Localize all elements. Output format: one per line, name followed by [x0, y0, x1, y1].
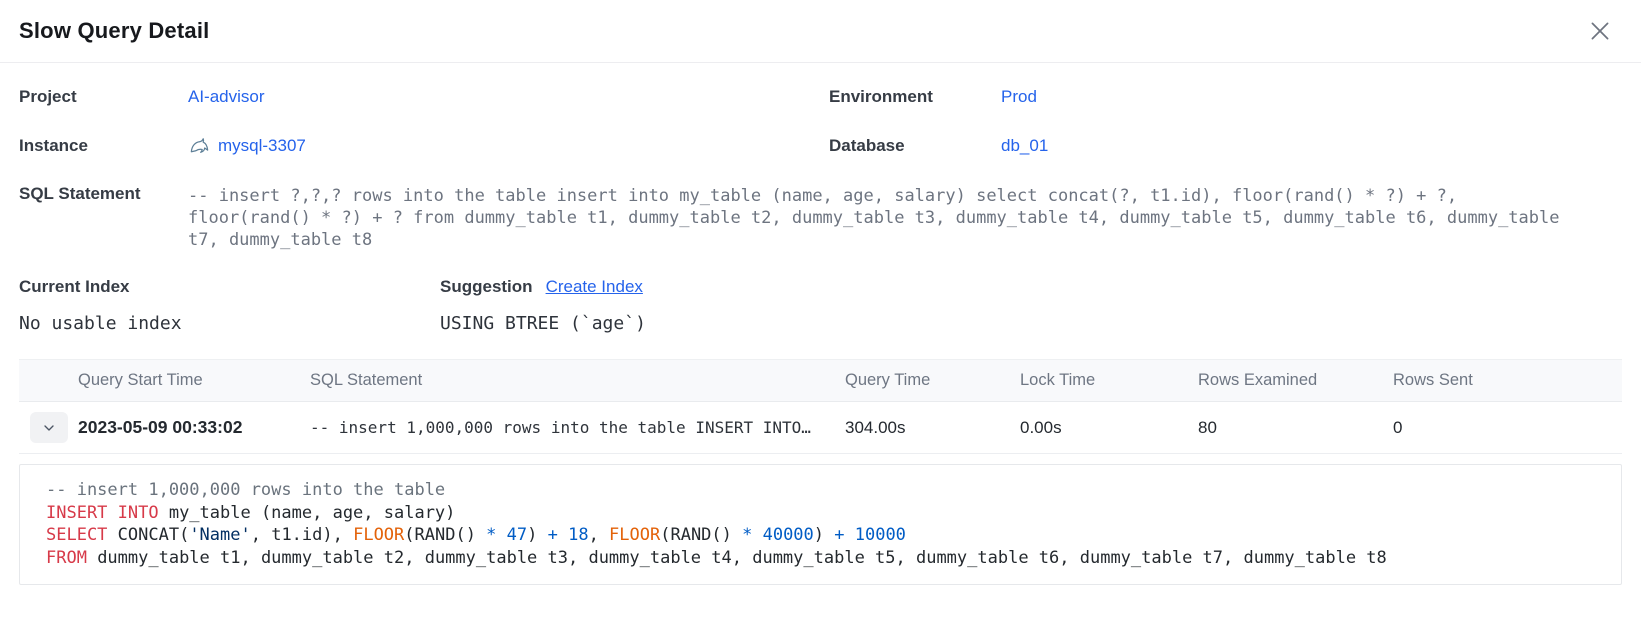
project-link[interactable]: AI-advisor [188, 87, 829, 107]
field-row-project-environment: Project AI-advisor Environment Prod [19, 87, 1619, 107]
instance-label: Instance [19, 136, 188, 156]
project-label: Project [19, 87, 188, 107]
suggestion-header: Suggestion Create Index [440, 277, 1619, 297]
cell-query-start-time: 2023-05-09 00:33:02 [78, 417, 310, 438]
expand-cell [19, 412, 78, 443]
detail-fields: Project AI-advisor Environment Prod Inst… [0, 63, 1641, 251]
cell-lock-time: 0.00s [1020, 418, 1198, 438]
database-label: Database [829, 136, 1001, 156]
instance-value: mysql-3307 [188, 134, 829, 157]
cell-sql-statement: -- insert 1,000,000 rows into the table … [310, 418, 845, 437]
code-line: SELECT CONCAT('Name', t1.id), FLOOR(RAND… [46, 524, 1603, 547]
close-icon [1587, 18, 1613, 44]
close-button[interactable] [1583, 14, 1617, 48]
header-query-start-time: Query Start Time [78, 371, 310, 390]
code-line: FROM dummy_table t1, dummy_table t2, dum… [46, 547, 1603, 570]
index-section: Current Index Suggestion Create Index No… [0, 271, 1641, 334]
header-rows-sent: Rows Sent [1393, 371, 1622, 390]
code-line: -- insert 1,000,000 rows into the table [46, 479, 1603, 502]
header-rows-examined: Rows Examined [1198, 371, 1393, 390]
sql-statement-value: -- insert ?,?,? rows into the table inse… [188, 185, 1578, 251]
header-query-time: Query Time [845, 371, 1020, 390]
environment-link[interactable]: Prod [1001, 87, 1619, 107]
expanded-sql-code: -- insert 1,000,000 rows into the tableI… [19, 464, 1622, 585]
header-sql-statement: SQL Statement [310, 371, 845, 390]
suggestion-label: Suggestion [440, 277, 533, 297]
chevron-down-icon [41, 420, 57, 436]
create-index-link[interactable]: Create Index [546, 277, 643, 297]
sql-statement-label: SQL Statement [19, 184, 188, 204]
table-header-row: Query Start Time SQL Statement Query Tim… [19, 359, 1622, 402]
slow-query-table: Query Start Time SQL Statement Query Tim… [19, 359, 1622, 454]
page-title: Slow Query Detail [19, 18, 209, 44]
modal-header: Slow Query Detail [0, 0, 1641, 63]
cell-query-time: 304.00s [845, 418, 1020, 438]
row-expand-button[interactable] [30, 412, 68, 443]
cell-rows-examined: 80 [1198, 418, 1393, 438]
mysql-dolphin-icon [188, 134, 211, 157]
suggestion-value: USING BTREE (`age`) [440, 313, 1619, 334]
code-line: INSERT INTO my_table (name, age, salary) [46, 502, 1603, 525]
field-row-instance-database: Instance mysql-3307 Database db_01 [19, 134, 1619, 157]
header-lock-time: Lock Time [1020, 371, 1198, 390]
field-row-sql-statement: SQL Statement -- insert ?,?,? rows into … [19, 184, 1619, 251]
database-link[interactable]: db_01 [1001, 136, 1619, 156]
cell-rows-sent: 0 [1393, 418, 1622, 438]
instance-link[interactable]: mysql-3307 [218, 136, 306, 156]
current-index-value: No usable index [19, 313, 440, 334]
table-row[interactable]: 2023-05-09 00:33:02 -- insert 1,000,000 … [19, 402, 1622, 454]
environment-label: Environment [829, 87, 1001, 107]
current-index-label: Current Index [19, 277, 440, 297]
